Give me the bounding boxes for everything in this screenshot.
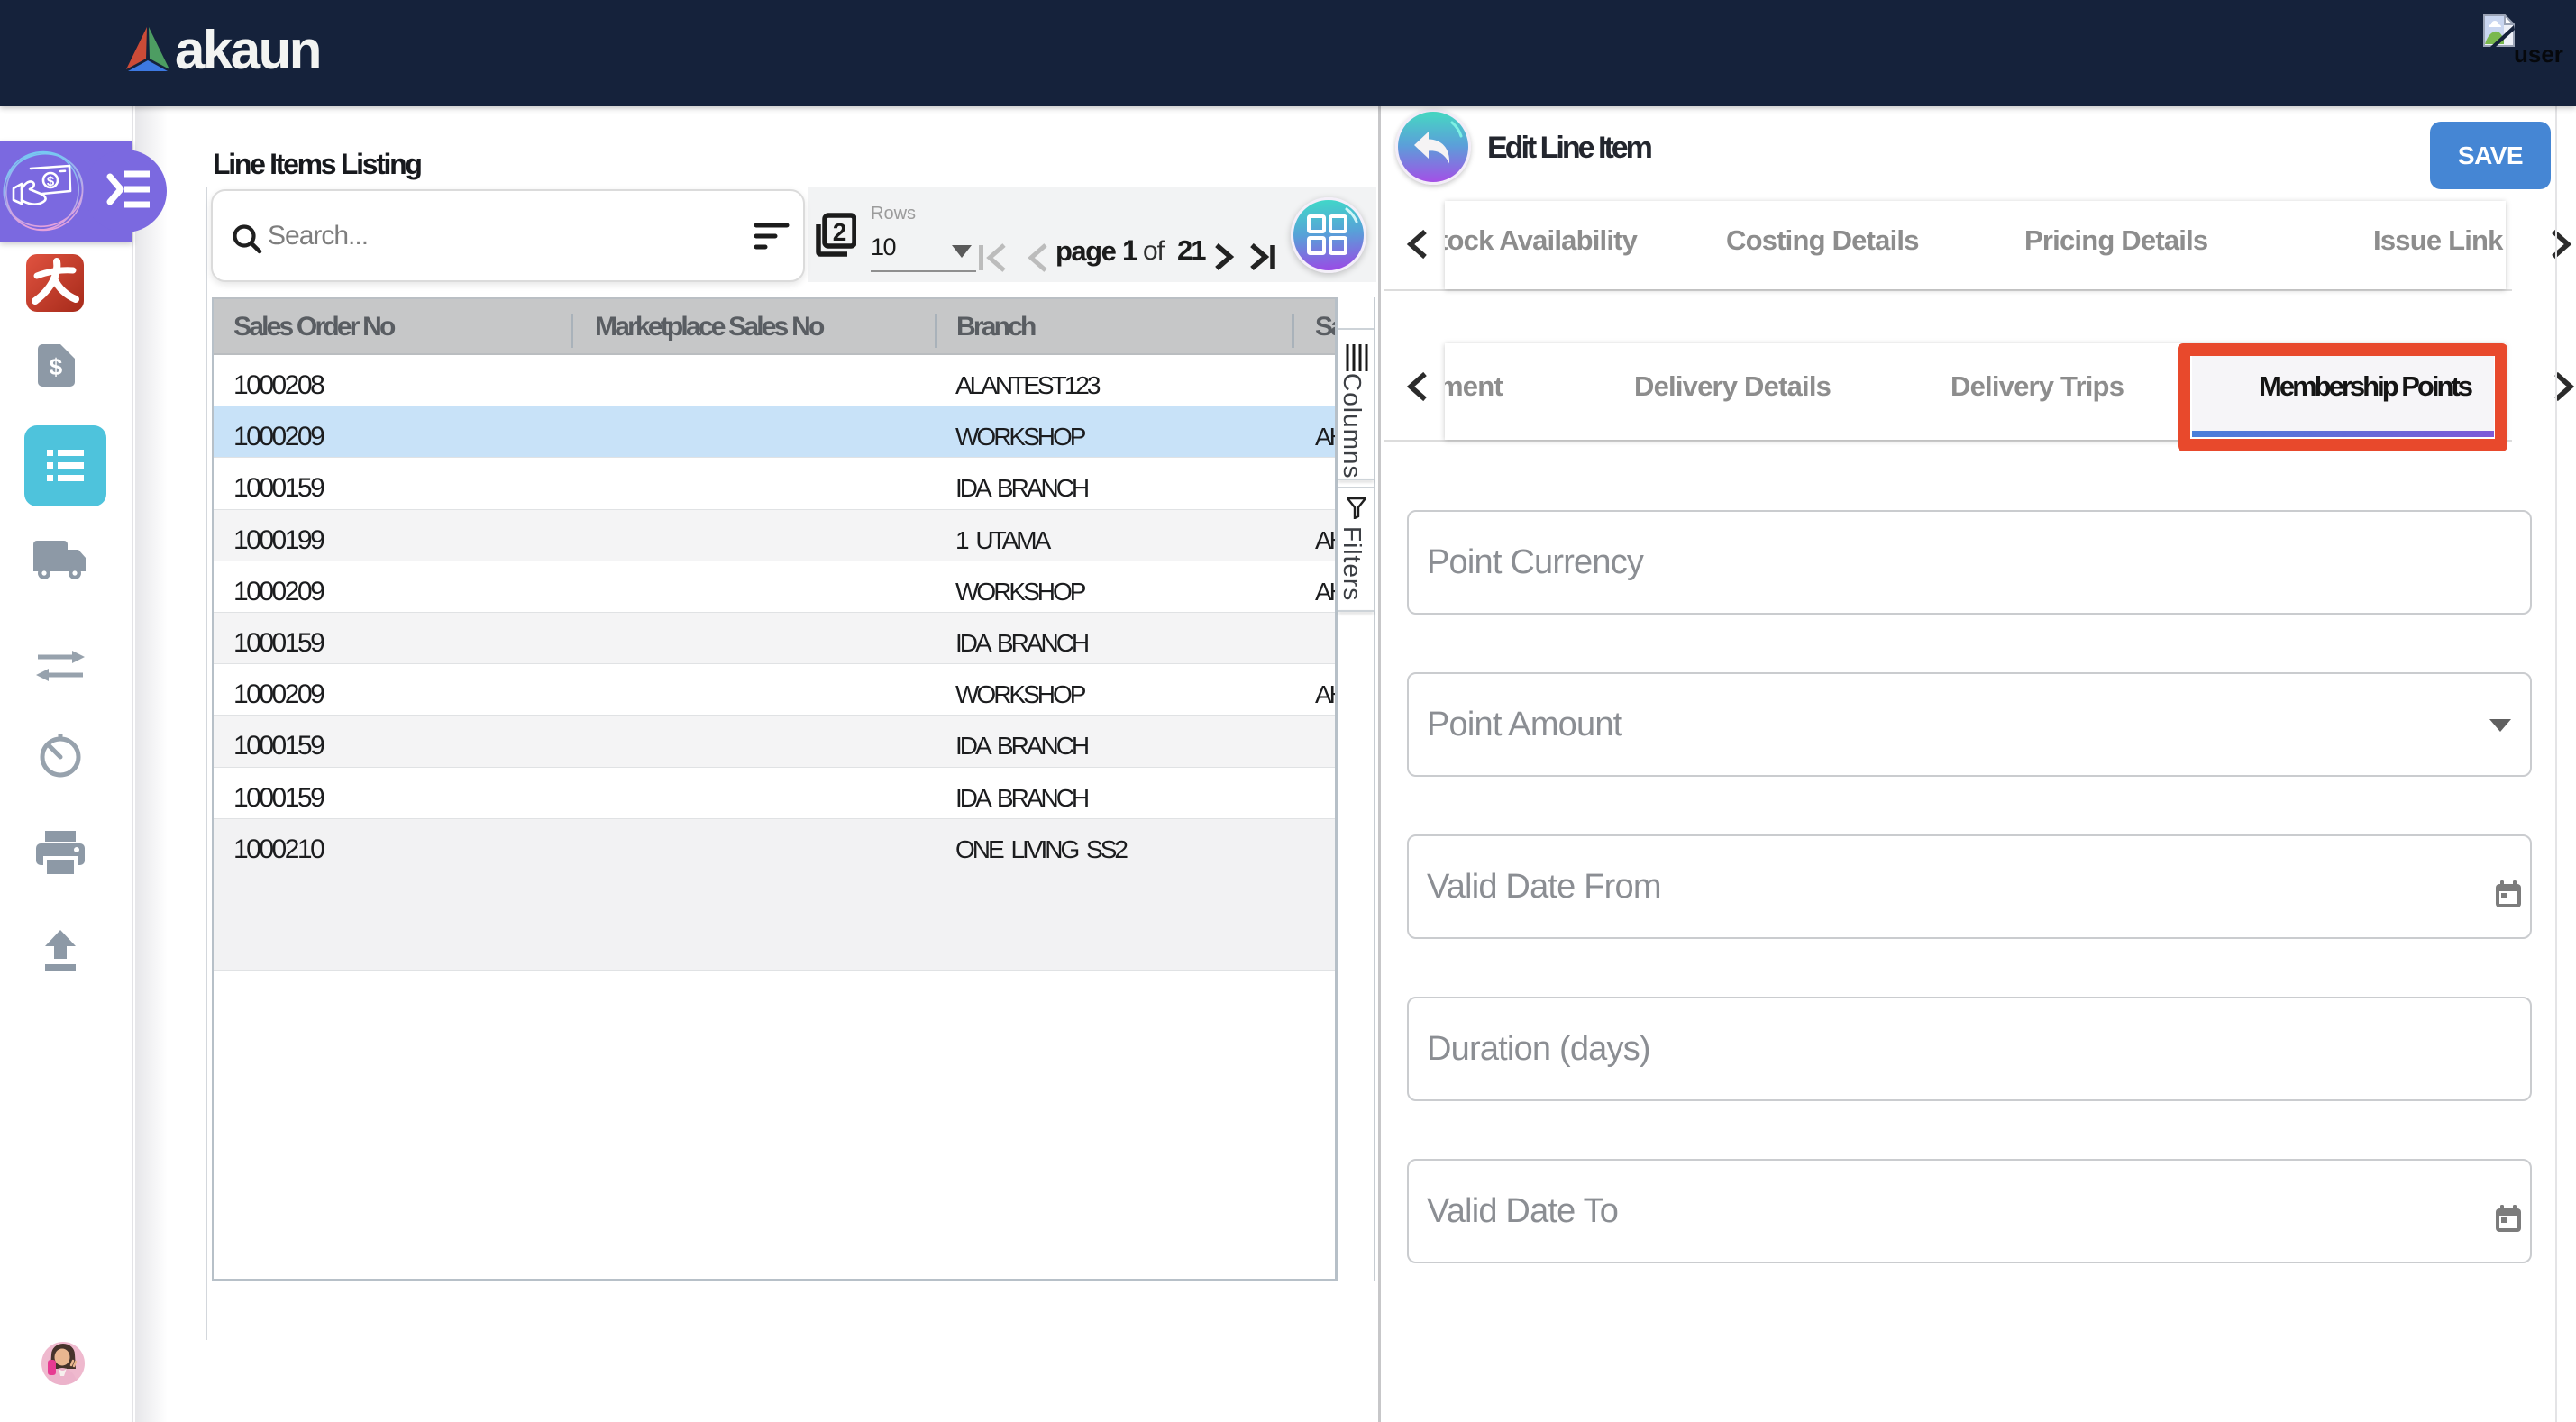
svg-text:$: $ bbox=[47, 174, 55, 189]
svg-text:$: $ bbox=[50, 353, 63, 380]
svg-text:2: 2 bbox=[833, 218, 847, 246]
